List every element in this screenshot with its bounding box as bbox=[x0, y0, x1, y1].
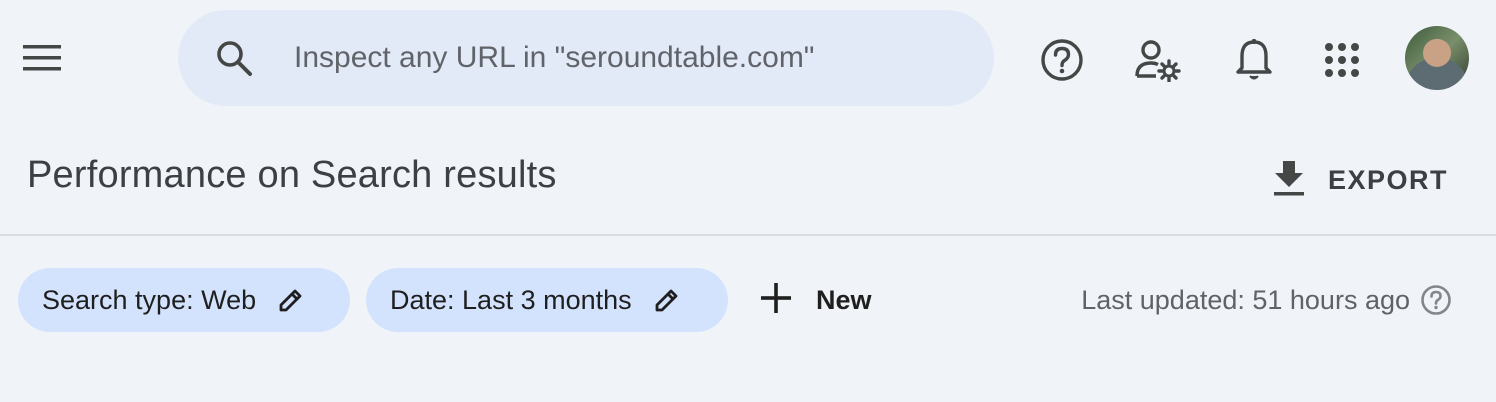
date-filter-chip[interactable]: Date: Last 3 months bbox=[366, 268, 728, 332]
menu-icon[interactable] bbox=[18, 34, 66, 82]
page-title: Performance on Search results bbox=[27, 154, 557, 196]
help-icon[interactable] bbox=[1036, 34, 1088, 86]
page-header: Performance on Search results EXPORT bbox=[0, 130, 1496, 234]
search-input[interactable] bbox=[294, 41, 934, 75]
new-filter-label: New bbox=[816, 284, 872, 315]
chip-label: Search type: Web bbox=[42, 284, 257, 315]
avatar[interactable] bbox=[1405, 26, 1469, 90]
chip-label: Date: Last 3 months bbox=[390, 284, 632, 315]
export-label: EXPORT bbox=[1328, 164, 1449, 195]
edit-pencil-icon[interactable] bbox=[278, 287, 304, 313]
new-filter-button[interactable]: New bbox=[760, 268, 872, 332]
plus-icon bbox=[760, 282, 792, 319]
export-button[interactable]: EXPORT bbox=[1262, 150, 1458, 210]
download-icon bbox=[1272, 159, 1306, 202]
filter-bar: Search type: Web Date: Last 3 months New… bbox=[0, 268, 1496, 332]
last-updated: Last updated: 51 hours ago bbox=[1081, 268, 1452, 332]
help-icon[interactable] bbox=[1420, 284, 1452, 316]
url-inspection-search[interactable] bbox=[178, 10, 994, 106]
edit-pencil-icon[interactable] bbox=[654, 287, 680, 313]
search-icon bbox=[212, 36, 256, 80]
divider bbox=[0, 234, 1496, 236]
manage-users-icon[interactable] bbox=[1132, 34, 1184, 86]
last-updated-text: Last updated: 51 hours ago bbox=[1081, 284, 1410, 315]
search-type-filter-chip[interactable]: Search type: Web bbox=[18, 268, 350, 332]
notifications-icon[interactable] bbox=[1228, 34, 1280, 86]
apps-grid-icon[interactable] bbox=[1316, 34, 1368, 86]
top-app-bar bbox=[0, 0, 1496, 118]
